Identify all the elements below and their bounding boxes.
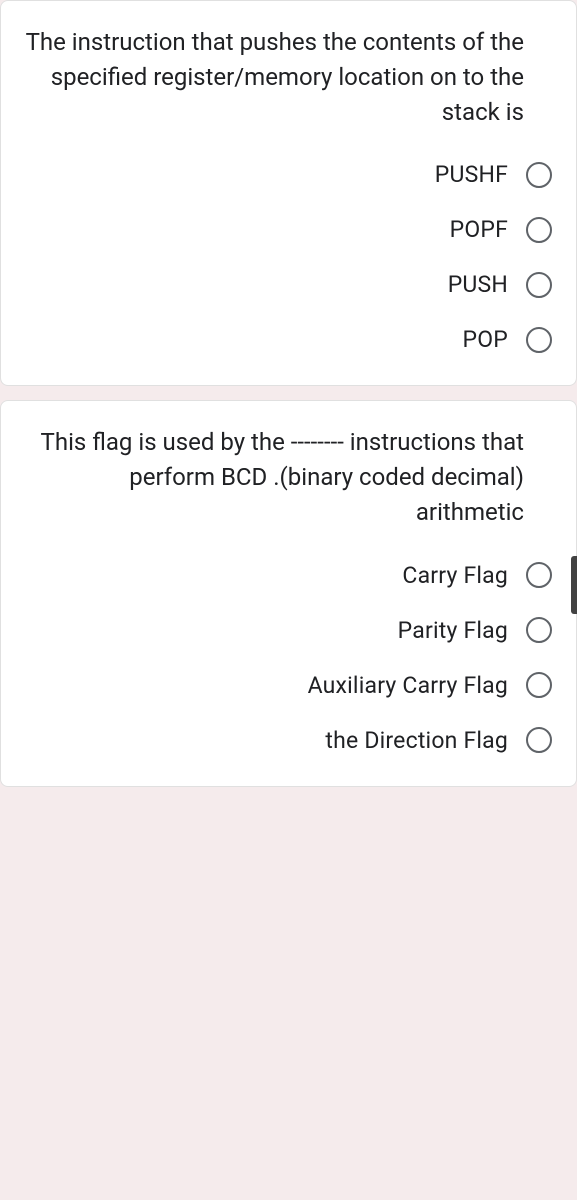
- question-text: This flag is used by the -------- instru…: [25, 425, 552, 529]
- radio-icon[interactable]: [526, 562, 552, 588]
- radio-icon[interactable]: [526, 272, 552, 298]
- option-label: Carry Flag: [402, 562, 508, 589]
- option-label: POP: [463, 326, 508, 353]
- radio-icon[interactable]: [526, 672, 552, 698]
- option-row[interactable]: PUSHF: [25, 161, 552, 188]
- option-label: Parity Flag: [398, 617, 508, 644]
- option-label: PUSH: [448, 271, 508, 298]
- radio-icon[interactable]: [526, 327, 552, 353]
- option-row[interactable]: PUSH: [25, 271, 552, 298]
- option-row[interactable]: Carry Flag: [25, 562, 552, 589]
- radio-icon[interactable]: [526, 617, 552, 643]
- radio-icon[interactable]: [526, 162, 552, 188]
- option-label: Auxiliary Carry Flag: [308, 672, 508, 699]
- option-row[interactable]: Auxiliary Carry Flag: [25, 672, 552, 699]
- option-label: the Direction Flag: [325, 727, 508, 754]
- question-card: This flag is used by the -------- instru…: [0, 400, 577, 786]
- option-label: PUSHF: [435, 161, 508, 188]
- radio-icon[interactable]: [526, 217, 552, 243]
- options-list: PUSHF POPF PUSH POP: [25, 161, 552, 353]
- option-row[interactable]: POP: [25, 326, 552, 353]
- options-list: Carry Flag Parity Flag Auxiliary Carry F…: [25, 562, 552, 754]
- option-row[interactable]: Parity Flag: [25, 617, 552, 644]
- scrollbar-thumb[interactable]: [571, 556, 577, 614]
- question-card: The instruction that pushes the contents…: [0, 0, 577, 386]
- radio-icon[interactable]: [526, 727, 552, 753]
- option-label: POPF: [450, 216, 508, 243]
- option-row[interactable]: POPF: [25, 216, 552, 243]
- option-row[interactable]: the Direction Flag: [25, 727, 552, 754]
- question-text: The instruction that pushes the contents…: [25, 25, 552, 129]
